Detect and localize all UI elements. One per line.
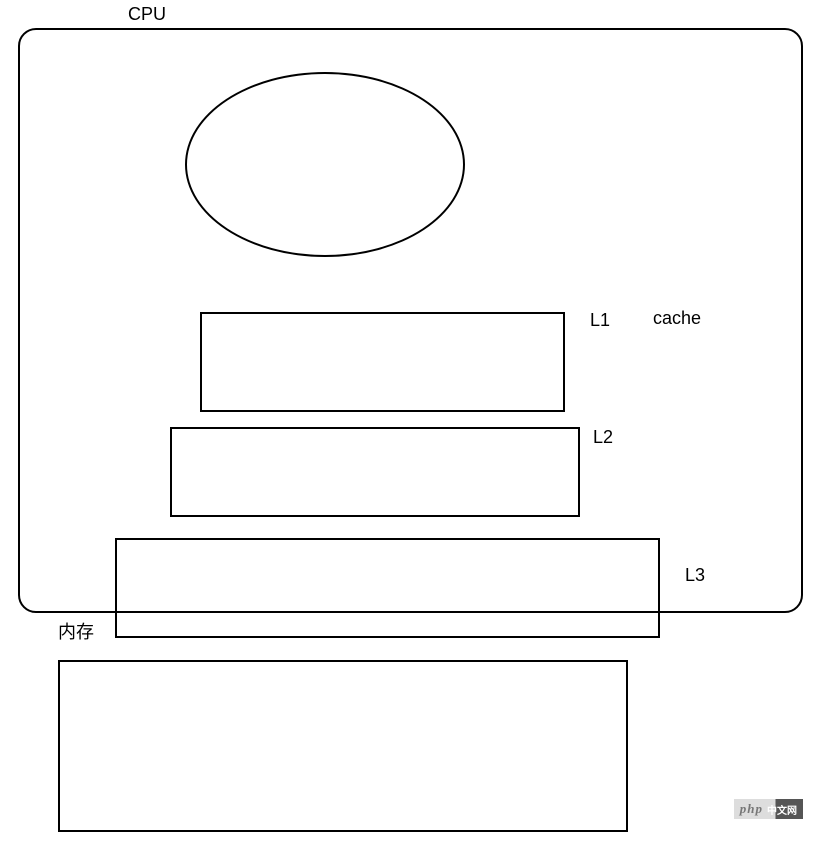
watermark-suffix: 中文网 xyxy=(767,802,797,817)
memory-label: 内存 xyxy=(58,618,94,644)
cpu-core-ellipse xyxy=(185,72,465,257)
l3-label: L3 xyxy=(685,565,705,586)
cpu-container: L1 cache L2 L3 xyxy=(18,28,803,613)
l1-cache-box xyxy=(200,312,565,412)
cache-label: cache xyxy=(653,308,701,329)
l2-cache-box xyxy=(170,427,580,517)
watermark-brand: php xyxy=(740,801,763,817)
l3-cache-box xyxy=(115,538,660,638)
l1-label: L1 xyxy=(590,310,610,331)
watermark-badge: php 中文网 xyxy=(734,799,803,819)
cpu-label: CPU xyxy=(128,4,166,25)
l2-label: L2 xyxy=(593,427,613,448)
memory-box xyxy=(58,660,628,832)
